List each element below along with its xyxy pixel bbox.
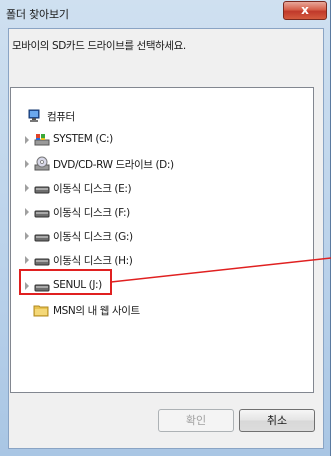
- callout-line: [110, 257, 331, 283]
- highlight-box: [19, 269, 112, 295]
- ok-button[interactable]: 확인: [158, 409, 234, 432]
- folder-browser-dialog: 폴더 찾아보기 x 모바이의 SD카드 드라이브를 선택하세요. 컴퓨터 SYS…: [0, 0, 331, 456]
- cancel-button[interactable]: 취소: [239, 409, 315, 432]
- annotation-callout: [19, 257, 331, 295]
